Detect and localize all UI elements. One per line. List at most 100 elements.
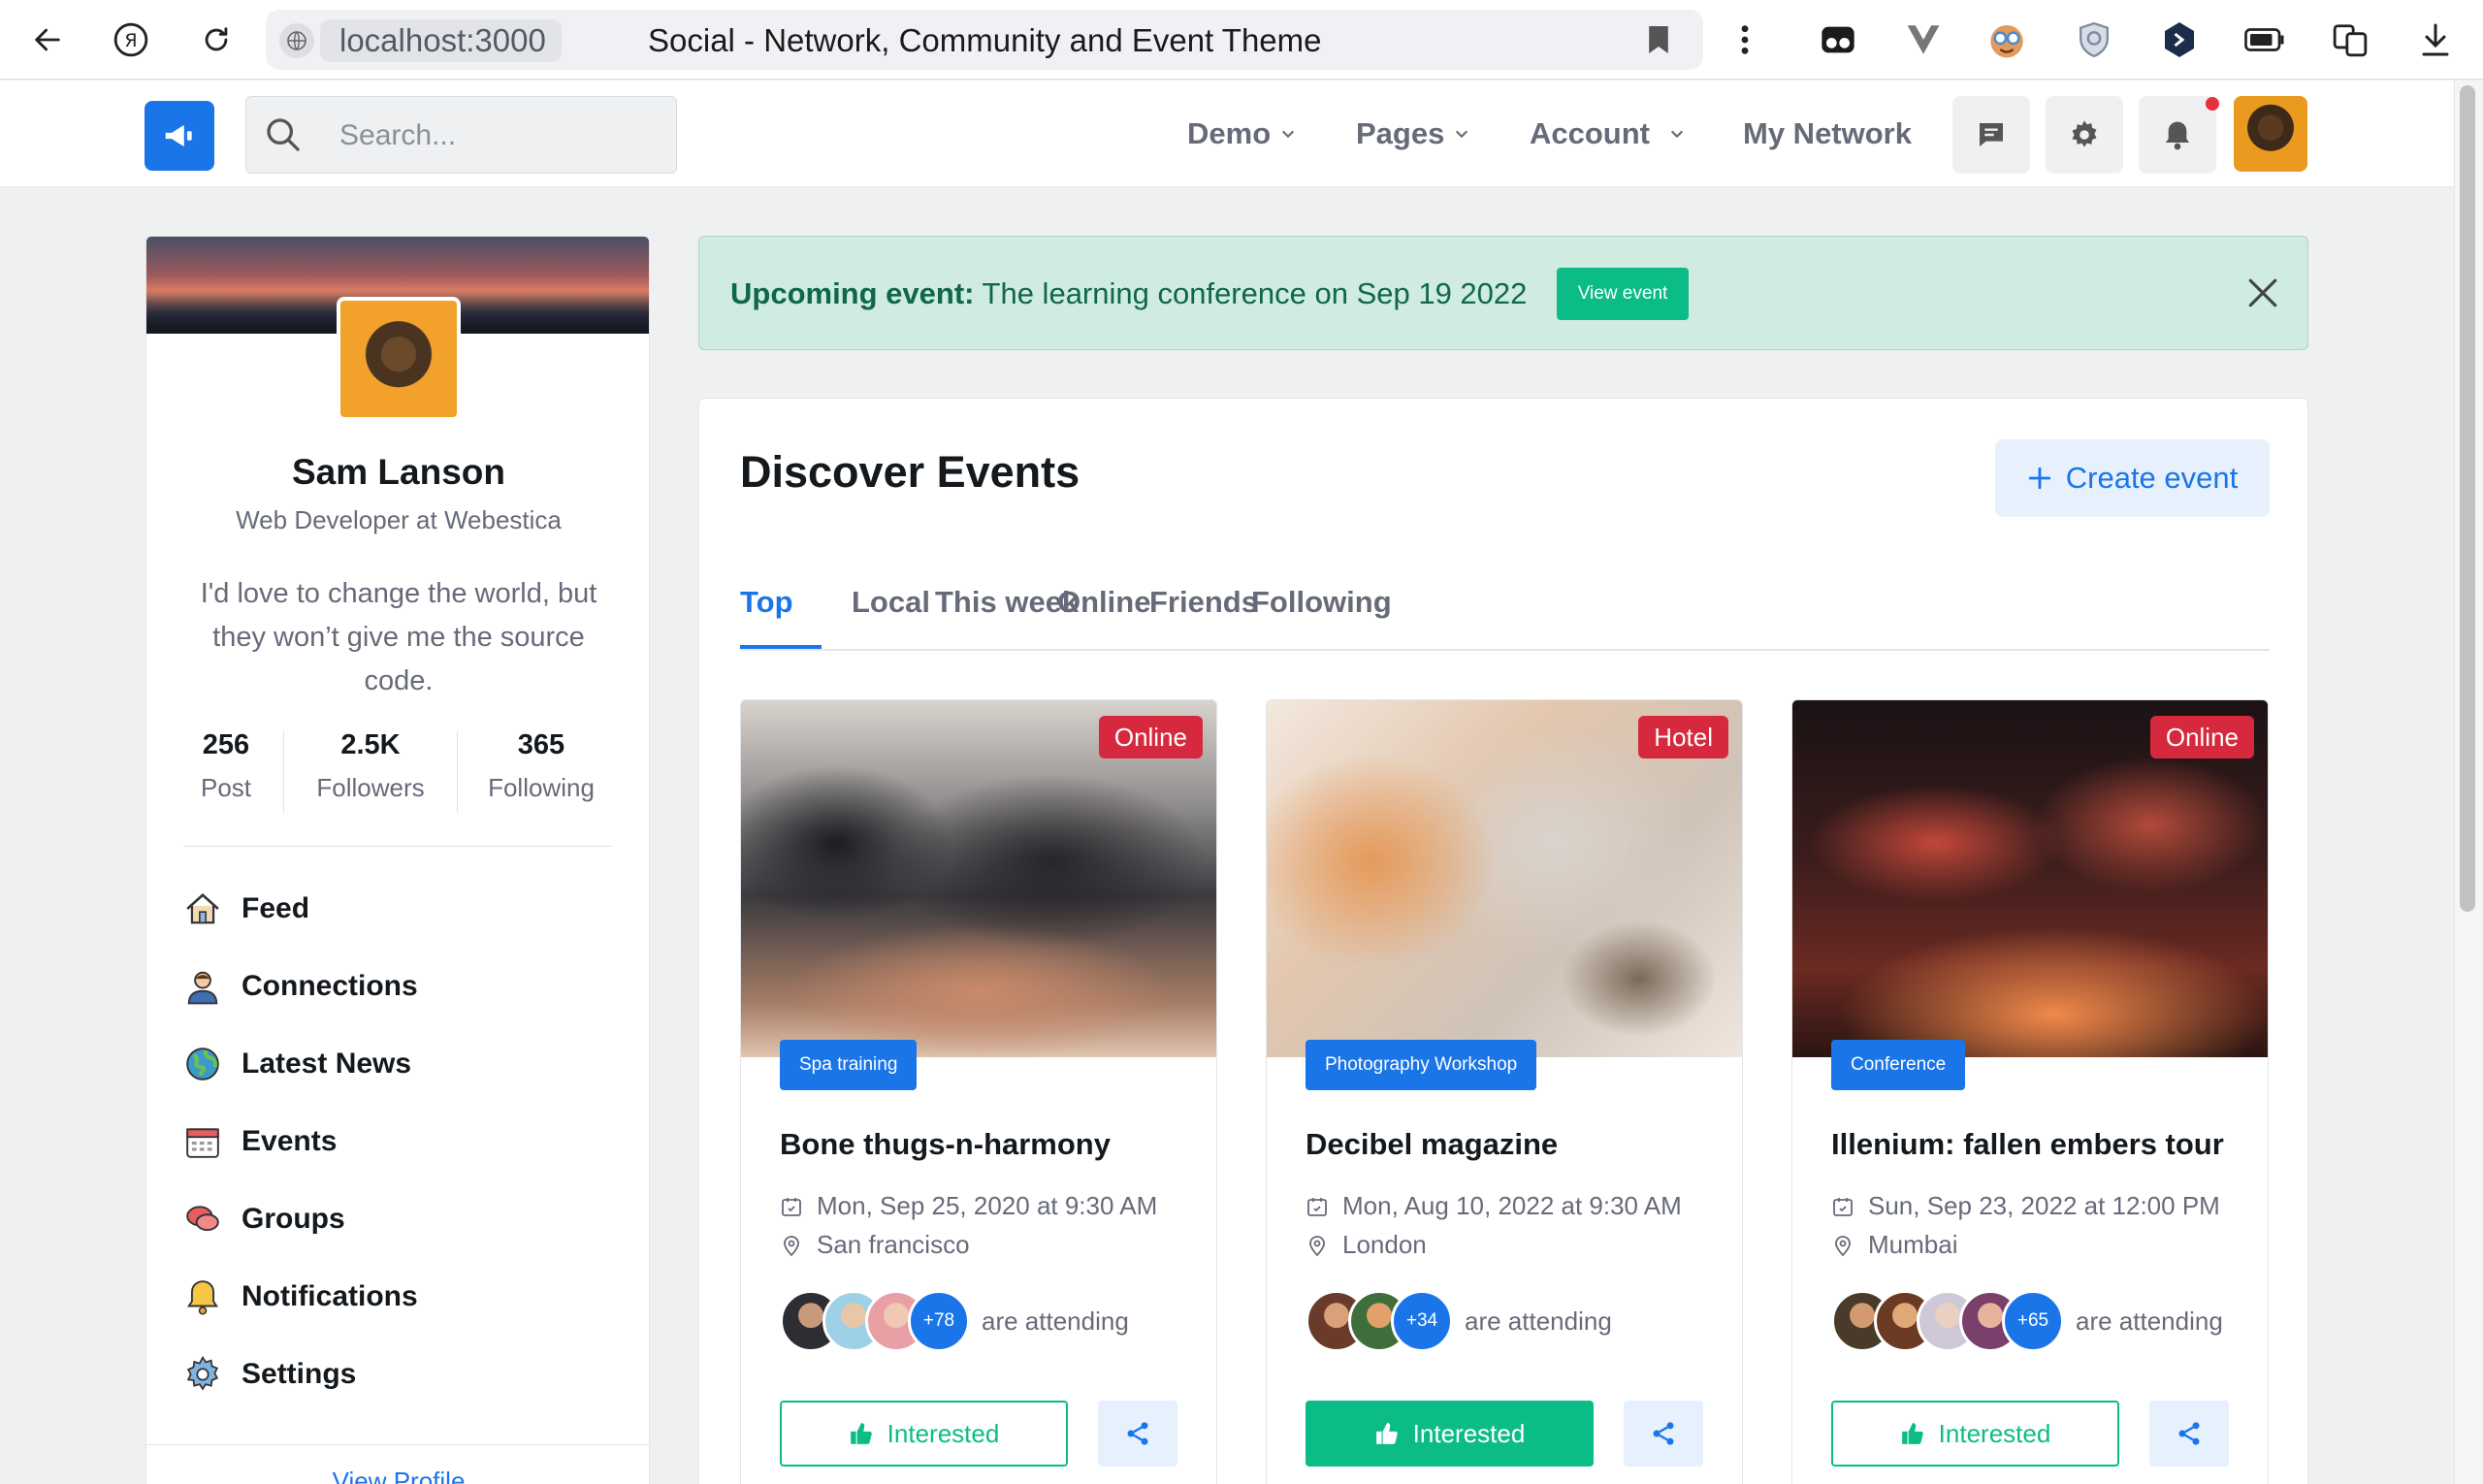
view-event-button[interactable]: View event [1557, 268, 1689, 320]
calendar-check-icon [780, 1195, 803, 1218]
site-info-icon[interactable] [279, 23, 314, 58]
sidebar-item-feed[interactable]: Feed [183, 887, 309, 931]
nav-demo[interactable]: Demo [1187, 114, 1296, 153]
sidebar-item-events[interactable]: Events [183, 1119, 337, 1164]
sidebar-item-settings[interactable]: Settings [183, 1352, 356, 1397]
profile-avatar[interactable] [337, 297, 461, 421]
sidebar-item-label: Latest News [242, 1048, 412, 1080]
search-input[interactable] [339, 114, 660, 157]
url-text[interactable]: localhost:3000 [320, 19, 562, 62]
chevron-down-icon [1456, 130, 1468, 139]
tab-following[interactable]: Following [1251, 583, 1392, 622]
scrollbar-thumb[interactable] [2460, 85, 2475, 912]
sidebar-item-groups[interactable]: Groups [183, 1197, 345, 1242]
event-location: London [1306, 1230, 1427, 1260]
nav-my-network-label: My Network [1743, 116, 1912, 150]
notifications-button[interactable] [2139, 96, 2216, 174]
sidebar-item-latest-news[interactable]: Latest News [183, 1042, 411, 1086]
event-title[interactable]: Bone thugs-n-harmony [780, 1127, 1111, 1162]
tab-friends[interactable]: Friends [1149, 583, 1258, 622]
view-profile-link[interactable]: View Profile [146, 1467, 649, 1484]
profile-role: Web Developer at Webestica [236, 505, 562, 534]
nav-my-network[interactable]: My Network [1743, 114, 1912, 153]
event-category-badge[interactable]: Spa training [780, 1040, 918, 1090]
share-button[interactable] [1624, 1401, 1703, 1467]
tab-online[interactable]: Online [1057, 583, 1150, 622]
alert-label: Upcoming event: [730, 276, 975, 310]
stat-posts: 256 Post [176, 729, 276, 803]
tab-top[interactable]: Top [740, 583, 793, 622]
messages-button[interactable] [1952, 96, 2030, 174]
thumbs-up-icon [1901, 1423, 1923, 1444]
event-date: Sun, Sep 23, 2022 at 12:00 PM [1831, 1191, 2220, 1221]
thumbs-up-icon [850, 1423, 872, 1444]
more-attendees-count[interactable]: +34 [1391, 1290, 1453, 1352]
nav-pages[interactable]: Pages [1356, 114, 1469, 153]
extension-face-icon[interactable] [1984, 17, 2029, 62]
event-type-badge: Hotel [1638, 716, 1728, 758]
extension-hex-icon[interactable] [2157, 17, 2202, 62]
extension-glasses-icon[interactable] [1816, 17, 1860, 62]
extension-v-icon[interactable] [1901, 17, 1946, 62]
page-title: Social - Network, Community and Event Th… [648, 22, 1322, 58]
bookmark-icon[interactable] [1645, 23, 1672, 61]
gear-icon [2072, 120, 2097, 147]
create-event-label: Create event [2065, 461, 2239, 495]
chat-bubbles-icon [183, 1200, 222, 1239]
event-category-badge[interactable]: Conference [1831, 1040, 1966, 1090]
event-date-text: Mon, Aug 10, 2022 at 9:30 AM [1342, 1191, 1682, 1220]
attending-text: are attending [1465, 1306, 1612, 1336]
event-card[interactable]: Online Conference Illenium: fallen ember… [1791, 699, 2269, 1484]
interested-button[interactable]: Interested [780, 1401, 1068, 1467]
close-icon[interactable] [2241, 272, 2284, 314]
profile-card: Sam Lanson Web Developer at Webestica I'… [145, 236, 650, 1484]
tab-local[interactable]: Local [852, 583, 930, 622]
more-attendees-count[interactable]: +78 [908, 1290, 970, 1352]
stat-label: Following [488, 773, 595, 802]
settings-button[interactable] [2046, 96, 2123, 174]
event-title[interactable]: Illenium: fallen embers tour [1831, 1127, 2224, 1162]
sidebar-item-notifications[interactable]: Notifications [183, 1274, 418, 1319]
sidebar-item-label: Settings [242, 1358, 357, 1390]
more-attendees-count[interactable]: +65 [2002, 1290, 2064, 1352]
sidebar-item-label: Events [242, 1125, 338, 1157]
event-card[interactable]: Online Spa training Bone thugs-n-harmony… [740, 699, 1217, 1484]
event-date: Mon, Aug 10, 2022 at 9:30 AM [1306, 1191, 1682, 1221]
sidebar-item-connections[interactable]: Connections [183, 964, 418, 1009]
translate-icon[interactable] [2328, 17, 2372, 62]
logo-megaphone-icon[interactable] [145, 101, 214, 171]
yandex-home-icon[interactable]: Я [107, 16, 155, 64]
more-menu-icon[interactable] [1723, 17, 1767, 62]
search-box[interactable] [245, 96, 677, 174]
extension-shield-icon[interactable] [2072, 17, 2116, 62]
bell-icon [183, 1277, 222, 1316]
interested-button[interactable]: Interested [1831, 1401, 2119, 1467]
event-card[interactable]: Hotel Photography Workshop Decibel magaz… [1266, 699, 1743, 1484]
event-location: San francisco [780, 1230, 970, 1260]
chevron-down-icon [1670, 130, 1684, 139]
create-event-button[interactable]: Create event [1995, 439, 2270, 517]
reload-icon[interactable] [192, 16, 241, 64]
share-button[interactable] [1098, 1401, 1177, 1467]
battery-icon[interactable] [2242, 17, 2287, 62]
event-type-badge: Online [2149, 716, 2254, 758]
event-title[interactable]: Decibel magazine [1306, 1127, 1558, 1162]
home-icon [183, 889, 222, 928]
calendar-check-icon [1306, 1195, 1329, 1218]
section-title: Discover Events [740, 447, 1080, 497]
upcoming-event-alert: Upcoming event: The learning conference … [698, 236, 2308, 350]
avatar[interactable] [2234, 96, 2307, 172]
chat-icon [1980, 123, 2003, 146]
location-pin-icon [1831, 1234, 1854, 1257]
event-date-text: Mon, Sep 25, 2020 at 9:30 AM [817, 1191, 1158, 1220]
sidebar-item-label: Connections [242, 970, 418, 1002]
interested-button[interactable]: Interested [1306, 1401, 1594, 1467]
sidebar-item-label: Feed [242, 892, 310, 924]
download-icon[interactable] [2413, 17, 2458, 62]
nav-account[interactable]: Account [1530, 114, 1685, 153]
back-icon[interactable] [23, 16, 72, 64]
event-category-badge[interactable]: Photography Workshop [1306, 1040, 1537, 1090]
share-button[interactable] [2149, 1401, 2229, 1467]
profile-name[interactable]: Sam Lanson [146, 452, 649, 493]
attendees: +65 are attending [1831, 1290, 2223, 1352]
